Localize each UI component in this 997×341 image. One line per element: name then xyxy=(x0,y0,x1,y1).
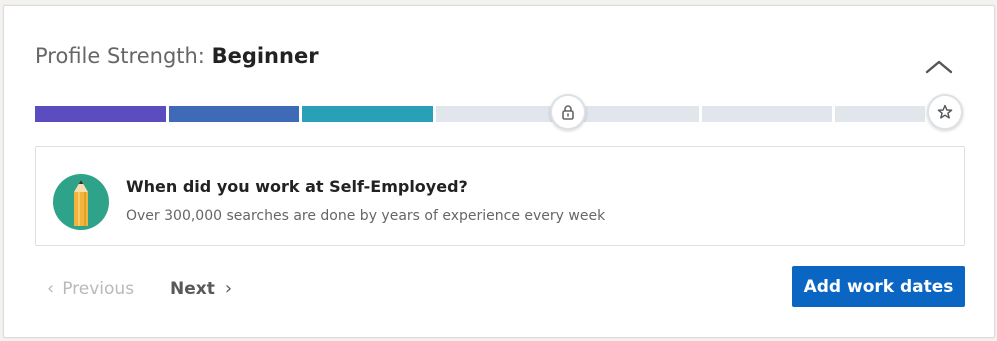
star-icon xyxy=(937,104,953,119)
progress-bar xyxy=(35,106,925,122)
suggestion-panel: When did you work at Self-Employed? Over… xyxy=(35,146,965,246)
progress-segment-7 xyxy=(835,106,925,122)
pencil-badge xyxy=(53,174,109,230)
milestone-lock xyxy=(550,94,586,130)
next-label: Next xyxy=(170,278,215,299)
progress-segment-4 xyxy=(436,106,566,122)
lock-icon xyxy=(562,105,574,120)
previous-button[interactable]: ‹ Previous xyxy=(47,278,134,299)
suggestion-question: When did you work at Self-Employed? xyxy=(126,177,468,196)
progress-segment-5 xyxy=(569,106,699,122)
chevron-left-icon: ‹ xyxy=(47,278,55,299)
progress-segment-2 xyxy=(169,106,299,122)
progress-segment-6 xyxy=(702,106,832,122)
next-button[interactable]: Next › xyxy=(170,278,232,299)
collapse-button[interactable] xyxy=(922,51,956,79)
chevron-up-icon xyxy=(925,60,953,74)
strength-level: Beginner xyxy=(211,44,319,68)
add-work-dates-button[interactable]: Add work dates xyxy=(792,266,965,307)
pencil-icon xyxy=(74,180,88,226)
progress-segment-1 xyxy=(35,106,166,122)
title-prefix: Profile Strength: xyxy=(35,44,205,68)
page-title: Profile Strength: Beginner xyxy=(35,44,319,68)
previous-label: Previous xyxy=(62,278,135,299)
chevron-right-icon: › xyxy=(224,278,233,299)
profile-strength-card: Profile Strength: Beginner When did you … xyxy=(3,5,995,338)
progress-segment-3 xyxy=(302,106,433,122)
suggestion-subtext: Over 300,000 searches are done by years … xyxy=(126,208,606,224)
milestone-star xyxy=(927,94,963,130)
